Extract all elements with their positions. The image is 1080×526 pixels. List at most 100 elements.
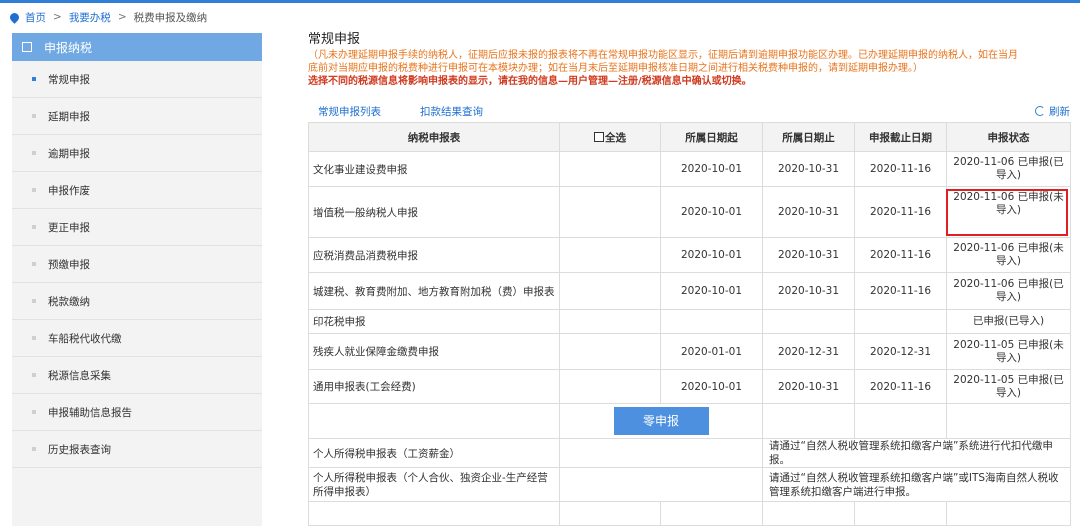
table-row[interactable]: 通用申报表(工会经费) 2020-10-01 2020-10-31 2020-11…	[308, 369, 1071, 404]
notice-text: （凡未办理延期申报手续的纳税人，征期后应报未报的报表将不再在常规申报功能区显示，…	[308, 49, 1070, 75]
notice-line-1: （凡未办理延期申报手续的纳税人，征期后应报未报的报表将不再在常规申报功能区显示，…	[308, 50, 1018, 61]
empty-cell	[308, 501, 560, 526]
table-row[interactable]: 城建税、教育费附加、地方教育附加税（费）申报表 2020-10-01 2020-1…	[308, 272, 1071, 310]
sidebar-item-label: 延期申报	[48, 110, 90, 123]
select-all-checkbox[interactable]	[594, 131, 604, 142]
sidebar-item-tax-source-collection[interactable]: 税源信息采集	[12, 357, 262, 394]
empty-cell	[660, 501, 763, 526]
sidebar-item-tax-payment[interactable]: 税款缴纳	[12, 283, 262, 320]
sidebar-item-deferred-declaration[interactable]: 延期申报	[12, 98, 262, 135]
row-start: 2020-01-01	[660, 333, 763, 370]
refresh-icon	[1035, 106, 1045, 116]
row-end	[762, 309, 855, 334]
sidebar-item-auxiliary-report[interactable]: 申报辅助信息报告	[12, 394, 262, 431]
header-form-name: 纳税申报表	[308, 122, 560, 152]
sidebar-item-label: 车船税代收代缴	[48, 332, 122, 345]
sidebar-item-correct-declaration[interactable]: 更正申报	[12, 209, 262, 246]
row-start	[660, 309, 763, 334]
row-form-name[interactable]: 增值税一般纳税人申报	[308, 186, 560, 238]
row-form-name[interactable]: 文化事业建设费申报	[308, 151, 560, 187]
sidebar: 申报纳税 常规申报 延期申报 逾期申报 申报作废 更正申报 预缴申报 税款缴纳 …	[12, 33, 262, 526]
table-row[interactable]: 应税消费品消费税申报 2020-10-01 2020-10-31 2020-11-…	[308, 237, 1071, 273]
sidebar-header[interactable]: 申报纳税	[12, 33, 262, 61]
personal-form-note: 请通过“自然人税收管理系统扣缴客户端”或ITS海南自然人税收管理系统扣缴客户端进…	[762, 467, 1071, 502]
sidebar-item-vehicle-tax[interactable]: 车船税代收代缴	[12, 320, 262, 357]
refresh-label: 刷新	[1049, 106, 1070, 118]
row-form-name[interactable]: 通用申报表(工会经费)	[308, 369, 560, 404]
refresh-button[interactable]: 刷新	[1035, 104, 1070, 120]
bullet-icon	[32, 188, 36, 192]
header-period-end: 所属日期止	[762, 122, 855, 152]
bullet-icon	[32, 336, 36, 340]
row-deadline: 2020-11-16	[854, 272, 947, 310]
select-all-label: 全选	[605, 131, 626, 144]
row-status: 2020-11-06 已申报(已导入)	[946, 151, 1071, 187]
empty-cell	[762, 403, 855, 439]
empty-cell	[559, 467, 763, 502]
sidebar-item-label: 税款缴纳	[48, 295, 90, 308]
tab-deduction-query[interactable]: 扣款结果查询	[420, 104, 483, 122]
empty-cell	[946, 403, 1071, 439]
sidebar-item-regular-declaration[interactable]: 常规申报	[12, 61, 262, 98]
table-row[interactable]: 文化事业建设费申报 2020-10-01 2020-10-31 2020-11-1…	[308, 151, 1071, 187]
zero-declaration-button[interactable]: 零申报	[613, 407, 709, 435]
empty-cell	[559, 501, 661, 526]
personal-tax-row: 个人所得税申报表（个人合伙、独资企业-生产经营所得申报表） 请通过“自然人税收管…	[308, 467, 1071, 502]
empty-cell	[308, 403, 560, 439]
empty-cell	[854, 501, 947, 526]
sidebar-item-label: 申报辅助信息报告	[48, 406, 132, 419]
empty-cell	[854, 403, 947, 439]
row-deadline	[854, 309, 947, 334]
main-content: 常规申报 （凡未办理延期申报手续的纳税人，征期后应报未报的报表将不再在常规申报功…	[308, 32, 1070, 125]
row-select-cell	[559, 272, 661, 310]
sidebar-item-void-declaration[interactable]: 申报作废	[12, 172, 262, 209]
breadcrumb-level2-link[interactable]: 我要办税	[69, 10, 111, 25]
row-end: 2020-12-31	[762, 333, 855, 370]
row-select-cell	[559, 237, 661, 273]
zero-declaration-cell: 零申报	[559, 403, 763, 439]
row-start: 2020-10-01	[660, 272, 763, 310]
tax-source-notice: 选择不同的税源信息将影响申报表的显示，请在我的信息—用户管理—注册/税源信息中确…	[308, 76, 752, 87]
header-deadline: 申报截止日期	[854, 122, 947, 152]
row-select-cell	[559, 151, 661, 187]
sidebar-item-overdue-declaration[interactable]: 逾期申报	[12, 135, 262, 172]
bullet-icon	[32, 410, 36, 414]
bullet-icon	[32, 262, 36, 266]
row-form-name[interactable]: 印花税申报	[308, 309, 560, 334]
table-row[interactable]: 残疾人就业保障金缴费申报 2020-01-01 2020-12-31 2020-1…	[308, 333, 1071, 370]
breadcrumb-separator: >	[117, 11, 127, 23]
empty-cell	[762, 501, 855, 526]
row-form-name[interactable]: 残疾人就业保障金缴费申报	[308, 333, 560, 370]
row-start: 2020-10-01	[660, 237, 763, 273]
personal-form-note: 请通过“自然人税收管理系统扣缴客户端”系统进行代扣代缴申报。	[762, 438, 1071, 468]
row-end: 2020-10-31	[762, 272, 855, 310]
sidebar-header-label: 申报纳税	[44, 40, 93, 55]
bullet-icon	[32, 77, 36, 81]
sidebar-item-history-query[interactable]: 历史报表查询	[12, 431, 262, 468]
table-row[interactable]: 印花税申报 已申报(已导入)	[308, 309, 1071, 334]
empty-cell	[946, 501, 1071, 526]
sidebar-list: 常规申报 延期申报 逾期申报 申报作废 更正申报 预缴申报 税款缴纳 车船税代收…	[12, 61, 262, 468]
row-start: 2020-10-01	[660, 151, 763, 187]
row-form-name[interactable]: 城建税、教育费附加、地方教育附加税（费）申报表	[308, 272, 560, 310]
row-select-cell	[559, 186, 661, 238]
personal-form-name: 个人所得税申报表（个人合伙、独资企业-生产经营所得申报表）	[308, 467, 560, 502]
row-end: 2020-10-31	[762, 151, 855, 187]
row-form-name[interactable]: 应税消费品消费税申报	[308, 237, 560, 273]
row-start: 2020-10-01	[660, 369, 763, 404]
row-status: 2020-11-06 已申报(未导入)	[946, 237, 1071, 273]
sidebar-item-label: 申报作废	[48, 184, 90, 197]
bullet-icon	[32, 299, 36, 303]
tab-regular-list[interactable]: 常规申报列表	[318, 104, 381, 124]
sidebar-item-prepay-declaration[interactable]: 预缴申报	[12, 246, 262, 283]
breadcrumb: 首页 > 我要办税 > 税费申报及缴纳	[8, 8, 207, 26]
sidebar-item-label: 常规申报	[48, 73, 90, 86]
row-status: 2020-11-05 已申报(已导入)	[946, 369, 1071, 404]
top-accent-bar	[0, 0, 1080, 3]
row-deadline: 2020-11-16	[854, 237, 947, 273]
row-end: 2020-10-31	[762, 237, 855, 273]
sidebar-item-label: 税源信息采集	[48, 369, 111, 382]
header-select-all[interactable]: 全选	[559, 122, 661, 152]
row-end: 2020-10-31	[762, 186, 855, 238]
breadcrumb-home-link[interactable]: 首页	[25, 10, 46, 25]
